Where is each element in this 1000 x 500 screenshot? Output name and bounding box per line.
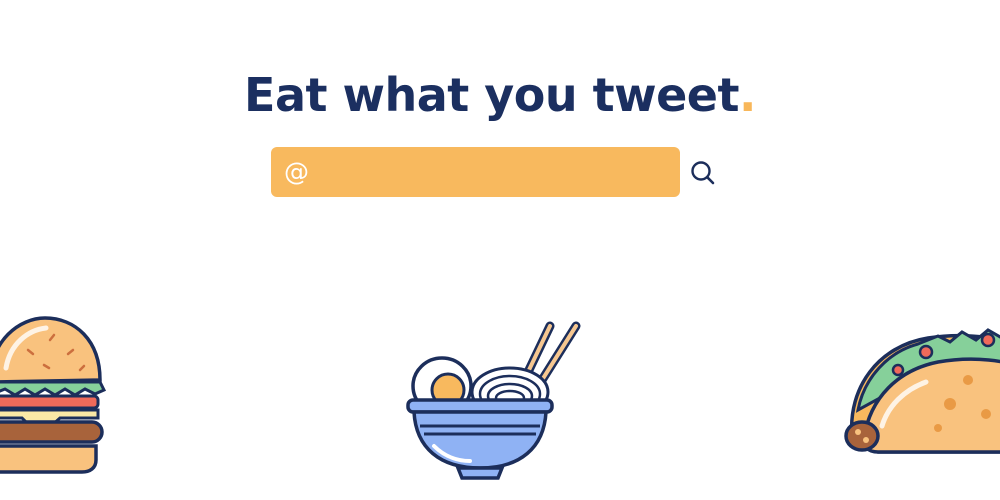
search-button[interactable] <box>688 158 718 188</box>
page-title-text: Eat what you tweet <box>244 68 739 122</box>
twitter-handle-input[interactable] <box>271 147 680 197</box>
taco-icon <box>844 328 1000 454</box>
search-icon <box>691 161 715 185</box>
page-title: Eat what you tweet. <box>0 62 1000 128</box>
page: Eat what you tweet. @ <box>0 0 1000 500</box>
burger-icon <box>0 316 107 474</box>
ramen-bowl-icon <box>406 321 581 480</box>
title-period: . <box>739 68 756 122</box>
